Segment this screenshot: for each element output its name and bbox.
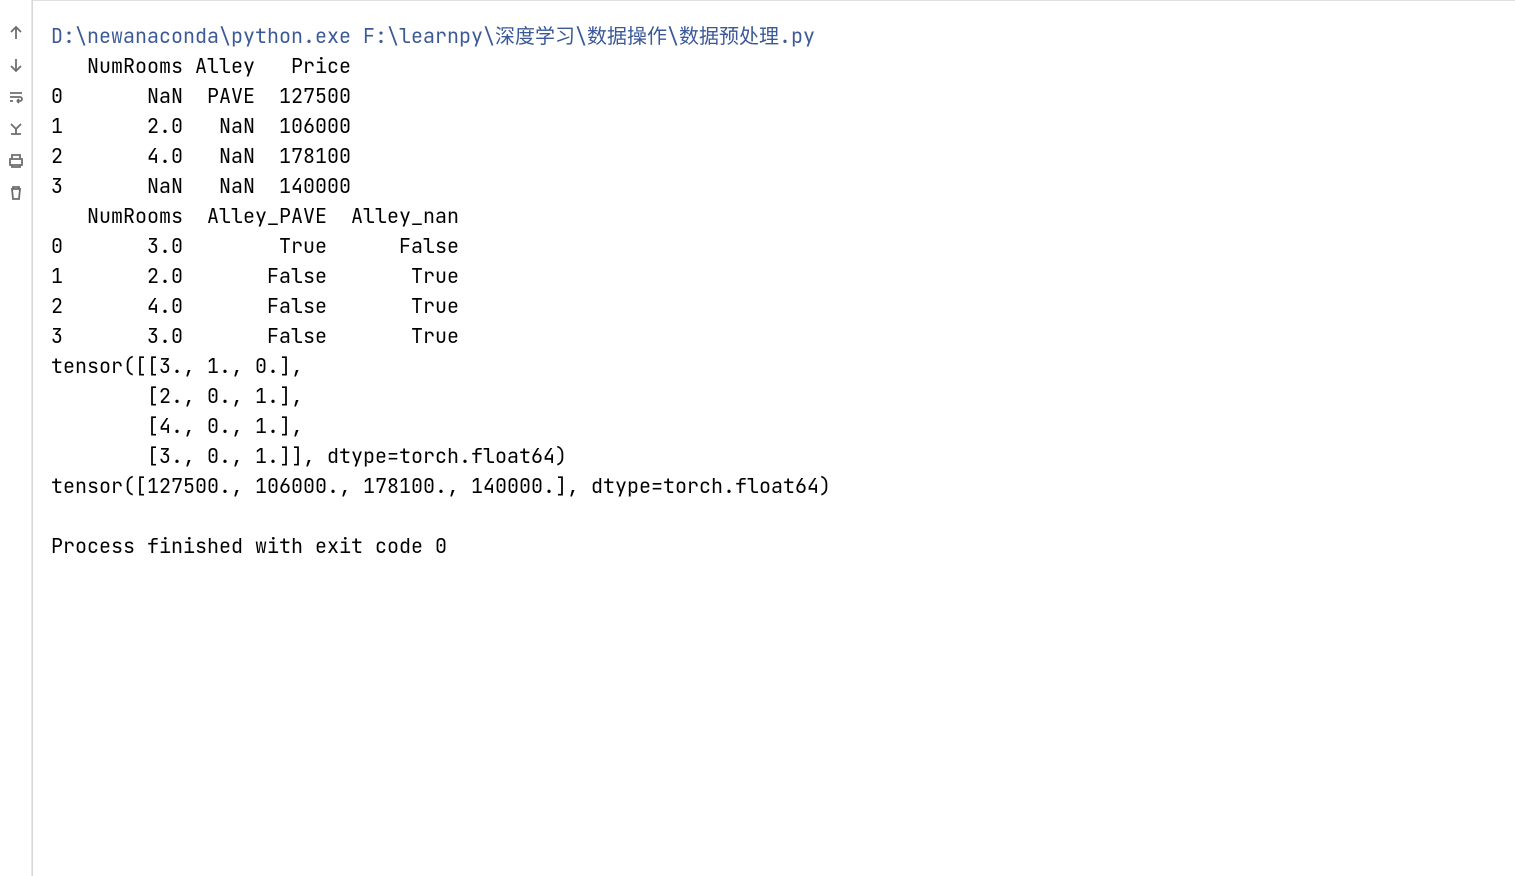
output-line: NumRooms Alley_PAVE Alley_nan <box>51 203 459 229</box>
output-line: [2., 0., 1.], <box>51 383 303 409</box>
script-path: F:\learnpy\深度学习\数据操作\数据预处理.py <box>363 23 815 49</box>
console-toolbar <box>0 0 32 876</box>
process-finished: Process finished with exit code 0 <box>51 533 447 559</box>
print-icon[interactable] <box>7 152 25 170</box>
output-line: 1 2.0 False True <box>51 263 459 289</box>
console-main: D:\newanaconda\python.exe F:\learnpy\深度学… <box>33 0 1515 876</box>
output-line: 0 NaN PAVE 127500 <box>51 83 351 109</box>
console-output[interactable]: D:\newanaconda\python.exe F:\learnpy\深度学… <box>33 0 1515 876</box>
trash-icon[interactable] <box>7 184 25 202</box>
output-line: 3 3.0 False True <box>51 323 459 349</box>
scroll-to-end-icon[interactable] <box>7 120 25 138</box>
arrow-up-icon[interactable] <box>7 24 25 42</box>
output-line: 2 4.0 NaN 178100 <box>51 143 351 169</box>
output-line: tensor([[3., 1., 0.], <box>51 353 303 379</box>
output-line: [3., 0., 1.]], dtype=torch.float64) <box>51 443 567 469</box>
command-line: D:\newanaconda\python.exe F:\learnpy\深度学… <box>51 23 815 49</box>
output-line: 1 2.0 NaN 106000 <box>51 113 351 139</box>
output-line: 2 4.0 False True <box>51 293 459 319</box>
output-line: 0 3.0 True False <box>51 233 459 259</box>
output-line: tensor([127500., 106000., 178100., 14000… <box>51 473 831 499</box>
output-line: [4., 0., 1.], <box>51 413 303 439</box>
output-line: 3 NaN NaN 140000 <box>51 173 351 199</box>
soft-wrap-icon[interactable] <box>7 88 25 106</box>
arrow-down-icon[interactable] <box>7 56 25 74</box>
output-line: NumRooms Alley Price <box>51 53 351 79</box>
interpreter-path: D:\newanaconda\python.exe <box>51 23 351 49</box>
